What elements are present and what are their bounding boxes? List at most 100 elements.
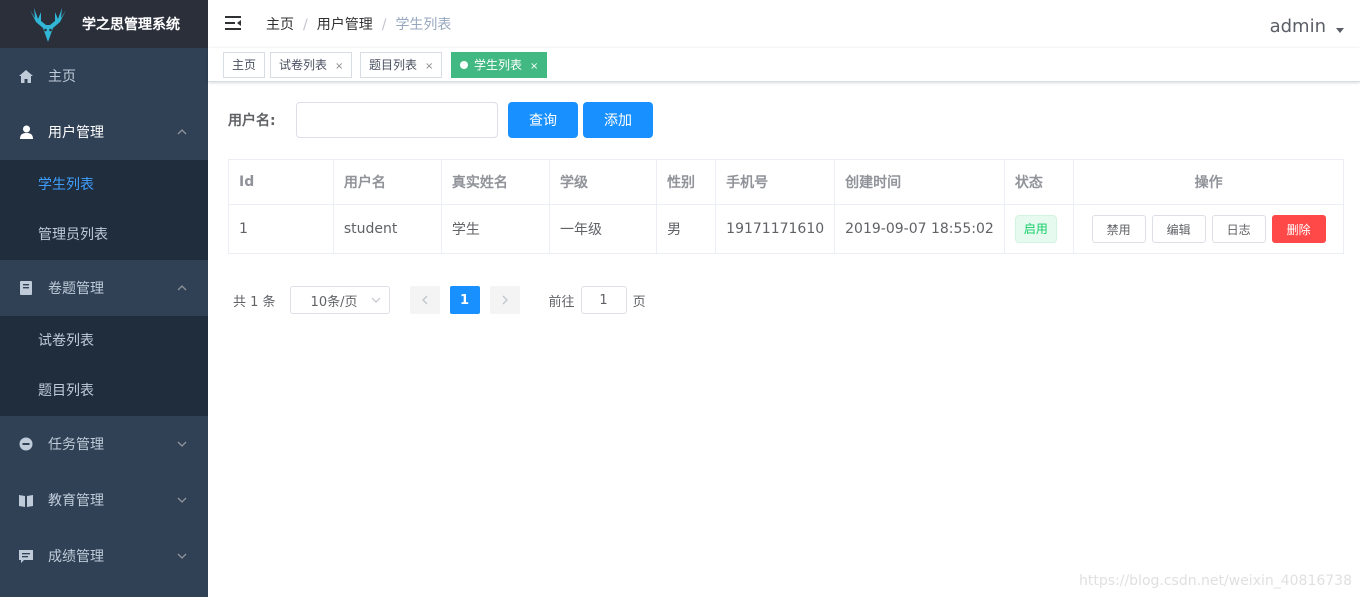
tag-student-list[interactable]: 学生列表 × xyxy=(451,52,548,78)
close-icon[interactable]: × xyxy=(335,61,343,72)
deer-logo-icon xyxy=(30,8,66,42)
table-row: 1 student 学生 一年级 男 19171171610 2019-09-0… xyxy=(228,204,1344,254)
breadcrumb-separator: / xyxy=(381,17,387,33)
column-header-gender: 性别 xyxy=(656,159,717,205)
column-header-grade: 学级 xyxy=(549,159,658,205)
sidebar-item-user-mgmt[interactable]: 用户管理 xyxy=(0,104,208,160)
breadcrumb-item-home[interactable]: 主页 xyxy=(266,17,294,33)
table-header-row: Id 用户名 真实姓名 学级 性别 手机号 创建时间 状态 操作 xyxy=(228,159,1344,205)
book-icon xyxy=(18,280,34,296)
caret-down-icon xyxy=(1336,28,1344,33)
page-number-current[interactable]: 1 xyxy=(449,286,480,314)
chevron-left-icon xyxy=(421,295,428,305)
watermark: https://blog.csdn.net/weixin_40816738 xyxy=(1078,573,1352,589)
breadcrumb-item-user-mgmt[interactable]: 用户管理 xyxy=(317,17,373,33)
sidebar-item-label: 教育管理 xyxy=(48,493,104,509)
cell-id: 1 xyxy=(228,204,334,254)
cell-realname: 学生 xyxy=(440,204,551,254)
sidebar-item-question-list[interactable]: 题目列表 xyxy=(0,366,208,416)
sidebar-item-label: 任务管理 xyxy=(48,437,104,453)
cell-phone: 19171171610 xyxy=(715,204,836,254)
column-header-username: 用户名 xyxy=(332,159,442,205)
app-root: 学之思管理系统 主页 用户管理 学生列表 管理员列表 卷题管理 试卷列表 题目列… xyxy=(0,0,1360,597)
cell-grade: 一年级 xyxy=(549,204,658,254)
cell-username: student xyxy=(332,204,442,254)
column-header-actions: 操作 xyxy=(1073,159,1344,205)
pagination: 共 1 条 10条/页 1 前往 页 xyxy=(233,286,646,314)
username-filter-label: 用户名: xyxy=(228,113,276,129)
chevron-down-icon xyxy=(177,497,187,503)
column-header-phone: 手机号 xyxy=(715,159,836,205)
task-icon xyxy=(18,436,34,452)
sidebar-item-edu-mgmt[interactable]: 教育管理 xyxy=(0,472,208,528)
column-header-status: 状态 xyxy=(1003,159,1075,205)
search-form: 用户名: 查询 添加 xyxy=(228,102,653,138)
edit-button[interactable]: 编辑 xyxy=(1151,215,1206,243)
user-dropdown[interactable]: admin xyxy=(1270,16,1344,37)
chevron-down-icon xyxy=(177,441,187,447)
student-table: Id 用户名 真实姓名 学级 性别 手机号 创建时间 状态 操作 1 stude… xyxy=(228,159,1344,254)
sidebar: 学之思管理系统 主页 用户管理 学生列表 管理员列表 卷题管理 试卷列表 题目列… xyxy=(0,0,208,597)
sidebar-item-label: 成绩管理 xyxy=(48,549,104,565)
column-header-id: Id xyxy=(228,159,334,205)
sidebar-item-exam-mgmt[interactable]: 卷题管理 xyxy=(0,260,208,316)
navbar: 主页 / 用户管理 / 学生列表 admin xyxy=(208,0,1360,48)
page-size-select[interactable]: 10条/页 xyxy=(289,286,390,314)
tag-question-list[interactable]: 题目列表 × xyxy=(360,52,443,78)
submenu-exam-mgmt: 试卷列表 题目列表 xyxy=(0,316,208,416)
tag-paper-list[interactable]: 试卷列表 × xyxy=(270,52,353,78)
goto-label: 前往 xyxy=(548,294,575,310)
sidebar-item-label: 卷题管理 xyxy=(48,281,104,297)
add-button[interactable]: 添加 xyxy=(583,102,653,138)
username-search-input[interactable] xyxy=(296,102,498,138)
search-button[interactable]: 查询 xyxy=(508,102,578,138)
tag-label: 学生列表 xyxy=(474,58,523,72)
active-dot-icon xyxy=(460,61,468,69)
tags-view: 主页 试卷列表 × 题目列表 × 学生列表 × xyxy=(208,48,1360,82)
app-title: 学之思管理系统 xyxy=(82,17,180,33)
page-jumper: 前往 页 xyxy=(549,286,646,314)
sidebar-item-student-list[interactable]: 学生列表 xyxy=(0,160,208,210)
tag-label: 主页 xyxy=(232,58,257,72)
sidebar-item-score-mgmt[interactable]: 成绩管理 xyxy=(0,528,208,584)
main-content: 用户名: 查询 添加 Id 用户名 真实姓名 学级 性别 手机号 创建时间 状态 xyxy=(208,82,1360,597)
pagination-total: 共 1 条 xyxy=(233,294,276,310)
breadcrumb-item-current: 学生列表 xyxy=(395,17,452,33)
page-size-value: 10条/页 xyxy=(310,294,358,310)
delete-button[interactable]: 删除 xyxy=(1271,215,1326,243)
tag-label: 题目列表 xyxy=(369,58,418,72)
logo[interactable]: 学之思管理系统 xyxy=(0,0,208,48)
column-header-created: 创建时间 xyxy=(834,159,1005,205)
next-page-button[interactable] xyxy=(489,286,520,314)
submenu-user-mgmt: 学生列表 管理员列表 xyxy=(0,160,208,260)
chevron-up-icon xyxy=(177,285,187,291)
disable-button[interactable]: 禁用 xyxy=(1091,215,1146,243)
sidebar-item-task-mgmt[interactable]: 任务管理 xyxy=(0,416,208,472)
message-icon xyxy=(18,548,34,564)
goto-page-input[interactable] xyxy=(580,286,627,314)
breadcrumb: 主页 / 用户管理 / 学生列表 xyxy=(266,14,451,34)
chevron-down-icon xyxy=(371,297,380,303)
sidebar-item-admin-list[interactable]: 管理员列表 xyxy=(0,210,208,260)
cell-status: 启用 xyxy=(1003,204,1075,254)
home-icon xyxy=(18,68,34,84)
education-book-icon xyxy=(18,492,34,508)
sidebar-item-label: 用户管理 xyxy=(48,125,104,141)
cell-gender: 男 xyxy=(656,204,717,254)
sidebar-item-home[interactable]: 主页 xyxy=(0,48,208,104)
menu-fold-icon[interactable] xyxy=(224,14,242,32)
username: admin xyxy=(1269,16,1326,37)
chevron-up-icon xyxy=(177,129,187,135)
status-badge: 启用 xyxy=(1014,215,1057,243)
close-icon[interactable]: × xyxy=(425,61,433,72)
cell-created: 2019-09-07 18:55:02 xyxy=(834,204,1005,254)
breadcrumb-separator: / xyxy=(303,17,308,33)
sidebar-item-label: 主页 xyxy=(48,69,76,85)
prev-page-button[interactable] xyxy=(409,286,440,314)
close-icon[interactable]: × xyxy=(530,61,538,72)
column-header-realname: 真实姓名 xyxy=(440,159,551,205)
tag-home[interactable]: 主页 xyxy=(223,52,266,78)
chevron-right-icon xyxy=(502,295,508,305)
log-button[interactable]: 日志 xyxy=(1211,215,1266,243)
sidebar-item-paper-list[interactable]: 试卷列表 xyxy=(0,316,208,366)
